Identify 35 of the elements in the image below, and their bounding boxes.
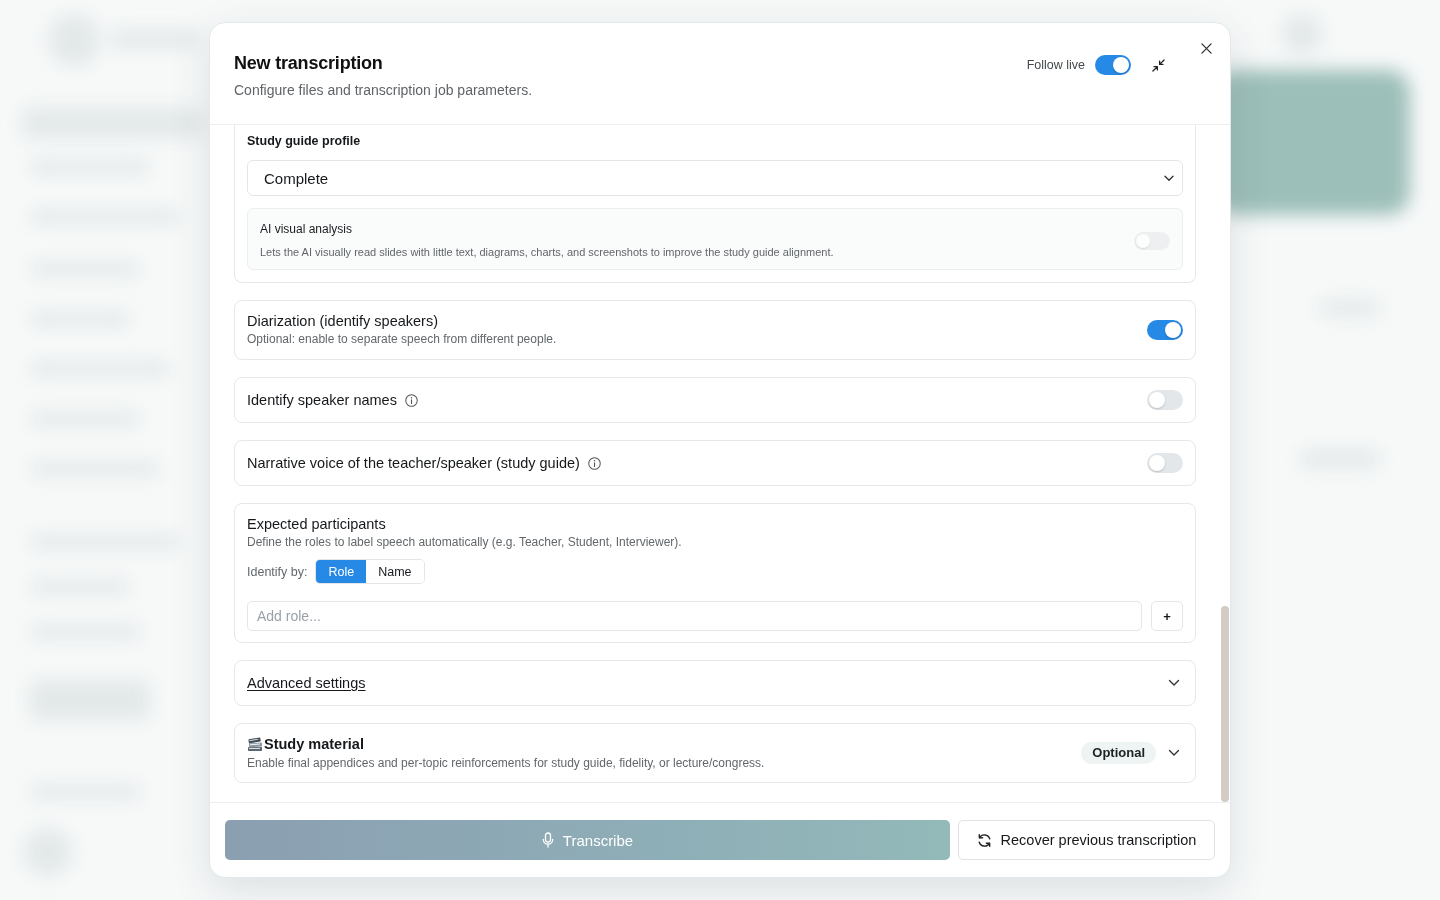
add-role-button[interactable]: +	[1151, 601, 1183, 631]
scrollbar-thumb[interactable]	[1221, 606, 1229, 802]
option-title: AI visual analysis	[260, 221, 354, 237]
shrink-arrows-icon	[1151, 58, 1165, 72]
option-description: Lets the AI visually read slides with little text, diagrams, charts, and screenshots to improve the study guide alignment.	[260, 245, 834, 260]
option-description: Optional: enable to separate speech from different people.	[247, 331, 557, 348]
refresh-icon	[976, 832, 992, 848]
section-title: Expected participants	[247, 515, 386, 534]
section-description: Define the roles to label speech automatically (e.g. Teacher, Student, Interviewer).	[247, 534, 683, 551]
segment-option[interactable]: Role	[316, 560, 367, 583]
optional-badge: Optional	[1081, 742, 1156, 764]
follow-live-label: Follow live	[1026, 58, 1085, 72]
recover-button[interactable]: Recover previous transcription	[958, 820, 1215, 860]
toggle-switch[interactable]	[1095, 55, 1131, 75]
close-icon	[1200, 42, 1212, 54]
advanced-settings-link[interactable]: Advanced settings	[247, 673, 366, 693]
field-label: Study guide profile	[247, 133, 362, 150]
identify-by-label: Identify by:	[247, 564, 308, 579]
section-title: Study material	[264, 735, 364, 754]
info-icon[interactable]	[587, 456, 601, 470]
toggle-switch[interactable]	[1147, 453, 1183, 473]
profile-select[interactable]: Complete	[247, 160, 1183, 196]
option-title: Diarization (identify speakers)	[247, 312, 438, 331]
books-icon	[247, 736, 263, 752]
option-title: Identify speaker names	[247, 391, 397, 410]
toggle-switch[interactable]	[1147, 390, 1183, 410]
chevron-icon	[1164, 174, 1174, 182]
info-icon[interactable]	[404, 393, 418, 407]
microphone-icon	[541, 832, 554, 848]
option-title: Narrative voice of the teacher/speaker (study guide)	[247, 454, 580, 473]
dialog-title: New transcription	[234, 52, 384, 75]
role-input-field[interactable]: Add role...	[247, 601, 1142, 631]
toggle-switch[interactable]	[1147, 319, 1183, 340]
dialog-subtitle: Configure files and transcription job parameters.	[234, 81, 533, 100]
section-description: Enable final appendices and per-topic reinforcements for study guide, fidelity, or lecture/congress.	[247, 755, 765, 772]
